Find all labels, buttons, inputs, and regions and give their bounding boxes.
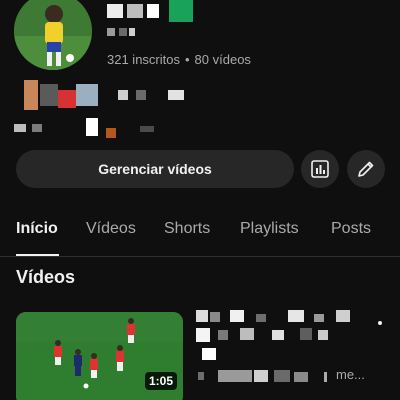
- video-thumbnail[interactable]: 1:05: [16, 312, 183, 400]
- manage-videos-button[interactable]: Gerenciar vídeos: [16, 150, 294, 188]
- channel-link-obscured: [14, 116, 164, 140]
- pencil-icon: [358, 161, 374, 177]
- subscriber-count: 321 inscritos: [107, 52, 180, 67]
- channel-tabs: Início Vídeos Shorts Playlists Posts: [0, 216, 400, 256]
- tab-posts[interactable]: Posts: [331, 220, 371, 238]
- channel-handle-obscured: [107, 28, 137, 38]
- tab-inicio[interactable]: Início: [16, 220, 58, 238]
- channel-description-obscured: [18, 80, 198, 110]
- bar-chart-icon: [311, 160, 329, 178]
- channel-page: 321 inscritos • 80 vídeos Gerenciar vídeos: [0, 0, 400, 400]
- channel-stats: 321 inscritos • 80 vídeos: [107, 52, 251, 67]
- avatar-image: [14, 0, 92, 70]
- tabs-divider: [0, 256, 400, 257]
- video-meta-obscured: [198, 368, 328, 384]
- channel-name-obscured: [107, 0, 197, 22]
- videos-section-title: Vídeos: [16, 267, 76, 287]
- stats-separator: •: [184, 52, 190, 67]
- channel-avatar[interactable]: [14, 0, 92, 70]
- analytics-button[interactable]: [301, 150, 339, 188]
- video-duration: 1:05: [144, 372, 177, 390]
- tab-videos[interactable]: Vídeos: [86, 220, 136, 238]
- video-count: 80 vídeos: [194, 52, 251, 67]
- manage-videos-label: Gerenciar vídeos: [98, 161, 212, 177]
- video-menu-icon[interactable]: [378, 321, 382, 325]
- video-title-obscured: [196, 310, 356, 364]
- video-meta-more: me...: [336, 367, 365, 382]
- tab-playlists[interactable]: Playlists: [240, 220, 299, 238]
- edit-channel-button[interactable]: [347, 150, 385, 188]
- tab-shorts[interactable]: Shorts: [164, 220, 210, 238]
